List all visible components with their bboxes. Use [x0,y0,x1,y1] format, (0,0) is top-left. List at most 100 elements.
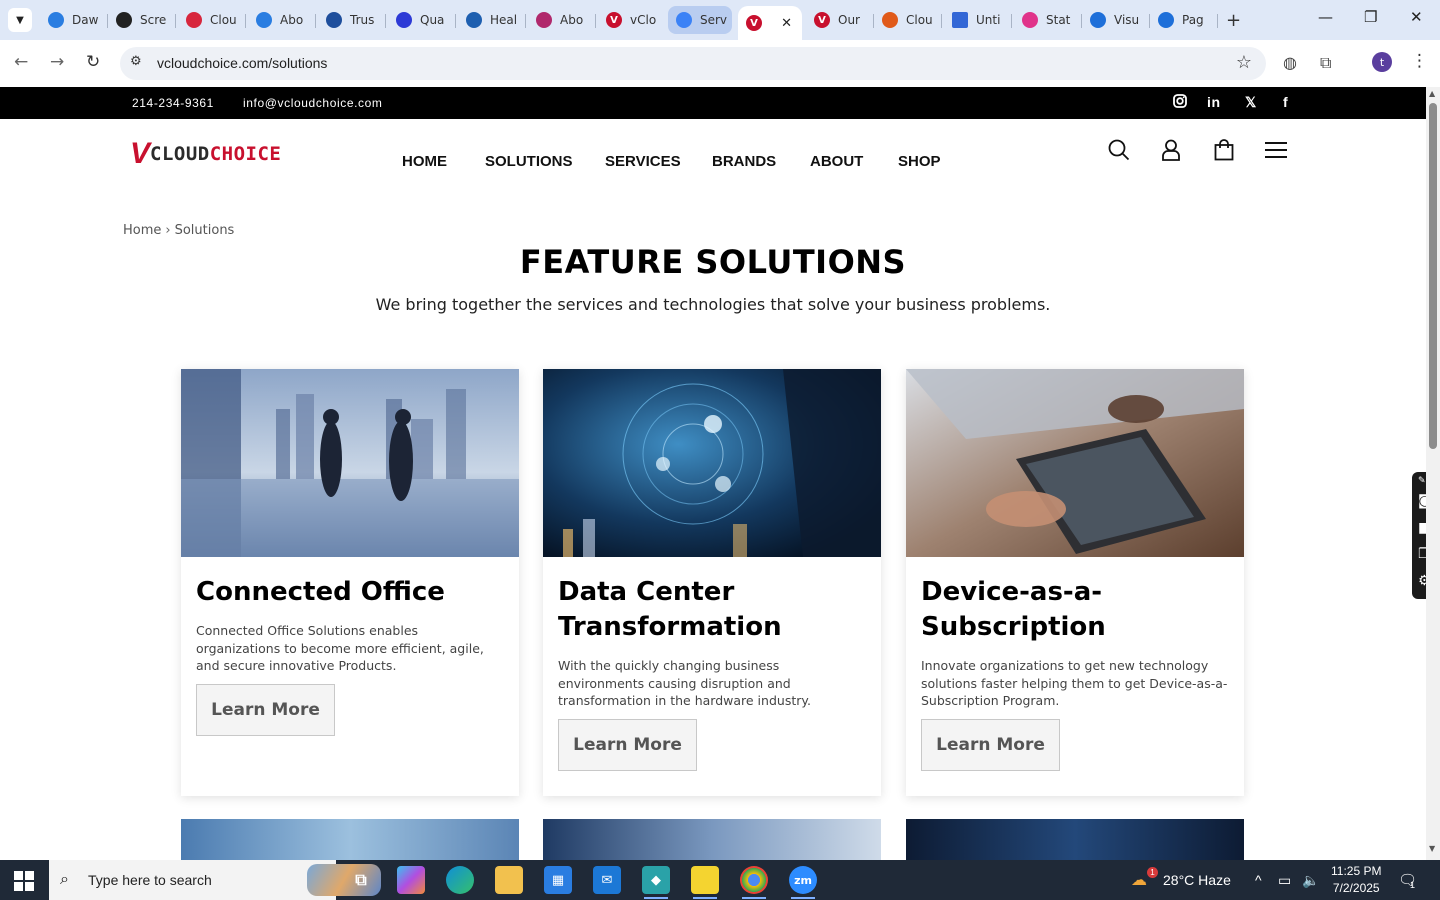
scroll-down-icon[interactable]: ▼ [1429,844,1435,853]
close-tab-icon[interactable]: ✕ [781,16,792,31]
tab-favicon-icon [256,12,272,28]
tab-favicon-icon [882,12,898,28]
nav-services[interactable]: SERVICES [605,153,681,170]
card-description: Connected Office Solutions enables organ… [196,623,484,673]
browser-tab[interactable]: Scre [108,6,176,34]
page-title: FEATURE SOLUTIONS [519,243,907,281]
browser-tab[interactable]: Clou [178,6,246,34]
browser-tab[interactable]: Trus [318,6,386,34]
page-subtitle: We bring together the services and techn… [375,295,1051,314]
profile-avatar[interactable]: t [1372,52,1392,72]
back-icon[interactable]: ← [14,52,28,72]
solution-card: Device-as-a-Subscription Innovate organi… [906,369,1244,796]
translate-icon[interactable]: ◍ [1283,53,1297,72]
browser-tab[interactable]: Stat [1014,6,1082,34]
weather-badge: 1 [1147,867,1158,878]
shopping-bag-icon[interactable] [1214,139,1234,165]
browser-tab[interactable]: VvClo [598,6,666,34]
tab-favicon-icon [1022,12,1038,28]
network-icon[interactable]: ▭ [1278,872,1291,889]
nav-shop[interactable]: SHOP [898,153,941,170]
browser-menu-icon[interactable]: ⋮ [1411,51,1428,71]
site-logo[interactable]: V CLOUD CHOICE [130,139,281,169]
tab-search-button[interactable]: ▼ [8,8,32,32]
tab-favicon-icon [396,12,412,28]
tab-favicon-icon [466,12,482,28]
solution-card-image [181,819,519,860]
scrollbar-thumb[interactable] [1429,103,1437,449]
browser-toolbar: ← → ↻ ⚙ vcloudchoice.com/solutions ☆ ◍ ⧉… [0,40,1440,87]
weather-icon[interactable]: ☁ [1131,870,1147,890]
windows-start-icon[interactable] [14,871,34,895]
notification-count: 1 [1410,880,1416,890]
forward-icon[interactable]: → [50,52,64,72]
browser-tab[interactable]: Pag [1150,6,1218,34]
instagram-icon[interactable] [1173,94,1187,111]
search-icon[interactable] [1108,139,1130,165]
email-address[interactable]: info@vcloudchoice.com [243,96,383,110]
browser-tab[interactable]: Serv [668,6,732,34]
copilot-icon[interactable] [397,866,425,894]
url-text[interactable]: vcloudchoice.com/solutions [157,55,327,71]
close-window-icon[interactable]: ✕ [1410,8,1423,26]
learn-more-button[interactable]: Learn More [196,684,335,736]
address-bar[interactable]: ⚙ vcloudchoice.com/solutions ☆ [120,47,1266,80]
new-tab-button[interactable]: + [1226,10,1241,31]
page-scrollbar[interactable]: ▲ ▼ [1426,87,1440,860]
site-info-icon[interactable]: ⚙ [130,54,142,69]
learn-more-button[interactable]: Learn More [558,719,697,771]
system-clock[interactable]: 11:25 PM 7/2/2025 [1331,863,1381,897]
nav-about[interactable]: ABOUT [810,153,863,170]
zoom-icon[interactable]: zm [789,866,817,899]
card-image [906,369,1244,557]
card-description: With the quickly changing business envir… [558,658,811,708]
sticky-notes-icon[interactable] [691,866,719,899]
mail-icon[interactable]: ✉ [593,866,621,894]
file-explorer-icon[interactable] [495,866,523,894]
scroll-up-icon[interactable]: ▲ [1429,89,1435,98]
extensions-icon[interactable]: ⧉ [1320,53,1331,73]
breadcrumb: Home › Solutions [123,223,234,238]
reload-icon[interactable]: ↻ [86,52,100,72]
browser-tab[interactable]: Unti [944,6,1012,34]
maximize-icon[interactable]: ❐ [1364,8,1377,26]
browser-tab-active[interactable]: V ✕ [738,6,802,40]
nav-brands[interactable]: BRANDS [712,153,776,170]
task-view-icon[interactable]: ⧉ [347,866,375,894]
account-icon[interactable] [1161,139,1181,165]
app-icon[interactable]: ◆ [642,866,670,899]
x-twitter-icon[interactable]: 𝕏 [1245,94,1257,111]
card-image [543,369,881,557]
nav-home[interactable]: HOME [402,153,447,170]
breadcrumb-home-link[interactable]: Home [123,223,161,238]
nav-solutions[interactable]: SOLUTIONS [485,153,573,170]
microsoft-store-icon[interactable]: ▦ [544,866,572,894]
volume-icon[interactable]: 🔈 [1302,872,1319,889]
linkedin-icon[interactable]: in [1207,94,1221,110]
browser-tab[interactable]: Abo [248,6,316,34]
tab-favicon-icon [48,12,64,28]
card-title: Connected Office [196,577,445,607]
bookmark-star-icon[interactable]: ☆ [1236,52,1252,73]
learn-more-button[interactable]: Learn More [921,719,1060,771]
chrome-icon[interactable] [740,866,768,899]
solution-card: Data Center Transformation With the quic… [543,369,881,796]
browser-tab[interactable]: Abo [528,6,596,34]
minimize-icon[interactable]: — [1318,8,1333,26]
browser-tab[interactable]: Visu [1082,6,1150,34]
tab-favicon-icon [186,12,202,28]
browser-tab[interactable]: Daw [40,6,108,34]
browser-tab[interactable]: V Our [806,6,874,34]
show-hidden-icons-icon[interactable]: ^ [1255,872,1262,888]
browser-tab[interactable]: Clou [874,6,942,34]
edge-browser-icon[interactable] [446,866,474,894]
phone-number[interactable]: 214-234-9361 [132,96,214,110]
browser-tab[interactable]: Heal [458,6,526,34]
facebook-icon[interactable]: f [1283,94,1288,110]
taskbar-search-box[interactable]: ⌕ Type here to search [49,860,381,900]
weather-text[interactable]: 28°C Haze [1163,872,1231,888]
tab-favicon-icon [326,12,342,28]
hamburger-menu-icon[interactable] [1265,142,1287,162]
browser-tab[interactable]: Qua [388,6,456,34]
page-viewport: 214-234-9361 info@vcloudchoice.com in 𝕏 … [0,87,1426,860]
